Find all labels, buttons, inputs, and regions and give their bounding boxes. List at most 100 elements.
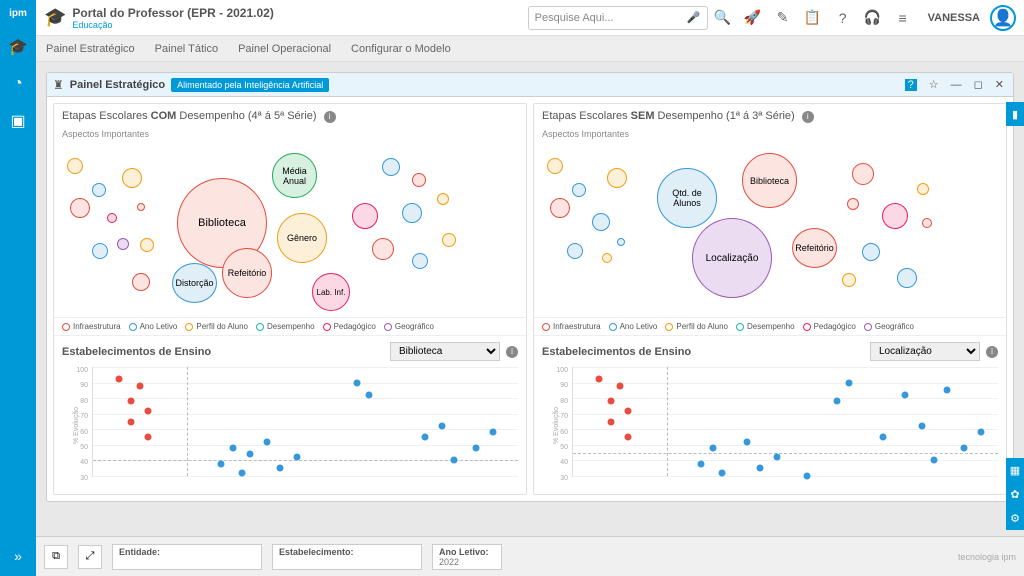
- scatter-point[interactable]: [421, 434, 428, 441]
- bubble-genero[interactable]: Gênero: [277, 213, 327, 263]
- bubble-qtd[interactable]: Qtd. de Alunos: [657, 168, 717, 228]
- headset-icon[interactable]: 🎧: [858, 9, 888, 26]
- calendar-icon[interactable]: ▦: [1006, 458, 1024, 482]
- edit-icon[interactable]: ✎: [768, 9, 798, 26]
- scatter-point[interactable]: [744, 438, 751, 445]
- graduation-icon[interactable]: 🎓: [8, 37, 28, 57]
- scatter-point[interactable]: [136, 382, 143, 389]
- gear-icon[interactable]: ⚙: [1006, 506, 1024, 530]
- scatter-point[interactable]: [128, 398, 135, 405]
- scatter-point[interactable]: [128, 418, 135, 425]
- scatter-point[interactable]: [944, 387, 951, 394]
- scatter-point[interactable]: [489, 429, 496, 436]
- scatter-point[interactable]: [846, 379, 853, 386]
- bottom-bar: ⧉ ⤢ Entidade: Estabelecimento: Ano Letiv…: [36, 536, 1024, 576]
- scatter-point[interactable]: [145, 407, 152, 414]
- select-localizacao[interactable]: Localização: [870, 342, 980, 361]
- scatter-point[interactable]: [901, 392, 908, 399]
- scatter-point[interactable]: [145, 434, 152, 441]
- scatter-point[interactable]: [238, 469, 245, 476]
- bubble-localizacao[interactable]: Localização: [692, 218, 772, 298]
- scatter-point[interactable]: [918, 423, 925, 430]
- scatter-point[interactable]: [625, 407, 632, 414]
- minimize-icon[interactable]: —: [951, 79, 962, 91]
- microphone-icon[interactable]: 🎤: [687, 11, 701, 24]
- bubble-small: [862, 243, 880, 261]
- scatter-point[interactable]: [230, 444, 237, 451]
- info-icon[interactable]: i: [986, 346, 998, 358]
- scatter-point[interactable]: [595, 376, 602, 383]
- scatter-point[interactable]: [353, 379, 360, 386]
- graduation-cap-icon: 🎓: [44, 7, 66, 28]
- tab-operacional[interactable]: Painel Operacional: [238, 43, 331, 55]
- scatter-point[interactable]: [931, 457, 938, 464]
- scatter-point[interactable]: [803, 473, 810, 480]
- chart-pie-icon[interactable]: ◔: [13, 75, 23, 93]
- scatter-point[interactable]: [247, 451, 254, 458]
- scatter-point[interactable]: [438, 423, 445, 430]
- scatter-point[interactable]: [616, 382, 623, 389]
- bubble-small: [602, 253, 612, 263]
- copy-icon[interactable]: ⧉: [44, 545, 68, 569]
- bubble-media[interactable]: Média Anual: [272, 153, 317, 198]
- scatter-point[interactable]: [625, 434, 632, 441]
- tab-tatico[interactable]: Painel Tático: [155, 43, 218, 55]
- scatter-point[interactable]: [961, 444, 968, 451]
- estabelecimento-field[interactable]: Estabelecimento:: [272, 544, 422, 570]
- info-icon[interactable]: i: [324, 111, 336, 123]
- bubble-lab[interactable]: Lab. Inf.: [312, 273, 350, 311]
- app-title: Portal do Professor (EPR - 2021.02): [72, 6, 273, 20]
- scatter-point[interactable]: [472, 444, 479, 451]
- scatter-point[interactable]: [880, 434, 887, 441]
- scatter-point[interactable]: [264, 438, 271, 445]
- expand-sidebar-icon[interactable]: »: [14, 548, 22, 564]
- entidade-field[interactable]: Entidade:: [112, 544, 262, 570]
- bubble-refeitorio-r[interactable]: Refeitório: [792, 228, 837, 268]
- scatter-point[interactable]: [451, 457, 458, 464]
- scatter-point[interactable]: [710, 444, 717, 451]
- bubble-chart-right: Qtd. de Alunos Biblioteca Localização Re…: [542, 143, 998, 313]
- ano-letivo-field[interactable]: Ano Letivo: 2022: [432, 544, 502, 570]
- info-icon[interactable]: i: [802, 111, 814, 123]
- scatter-point[interactable]: [608, 398, 615, 405]
- bubble-distorcao[interactable]: Distorção: [172, 263, 217, 303]
- scatter-point[interactable]: [833, 398, 840, 405]
- bubble-refeitorio[interactable]: Refeitório: [222, 248, 272, 298]
- bookmark-icon[interactable]: ▮: [1006, 102, 1024, 126]
- bubble-biblioteca-r[interactable]: Biblioteca: [742, 153, 797, 208]
- scatter-point[interactable]: [757, 465, 764, 472]
- search-icon[interactable]: 🔍: [708, 9, 738, 26]
- presentation-icon[interactable]: ▣: [10, 111, 25, 131]
- tab-estrategico[interactable]: Painel Estratégico: [46, 43, 135, 55]
- favorite-icon[interactable]: ☆: [929, 78, 939, 91]
- panel-help-icon[interactable]: ?: [905, 79, 917, 91]
- scatter-point[interactable]: [277, 465, 284, 472]
- expand-icon[interactable]: ⤢: [78, 545, 102, 569]
- search-input[interactable]: Pesquise Aqui... 🎤: [528, 6, 708, 30]
- scatter-point[interactable]: [294, 454, 301, 461]
- maximize-icon[interactable]: ◻: [974, 78, 983, 91]
- bubble-small: [402, 203, 422, 223]
- scatter-plot-left: [92, 367, 518, 477]
- menu-icon[interactable]: ≡: [888, 10, 918, 26]
- avatar[interactable]: 👤: [990, 5, 1016, 31]
- scatter-point[interactable]: [697, 460, 704, 467]
- bubble-small: [607, 168, 627, 188]
- scatter-point[interactable]: [217, 460, 224, 467]
- scatter-point[interactable]: [366, 392, 373, 399]
- select-biblioteca[interactable]: Biblioteca: [390, 342, 500, 361]
- scatter-point[interactable]: [115, 376, 122, 383]
- tab-configurar[interactable]: Configurar o Modelo: [351, 43, 451, 55]
- bubble-small: [132, 273, 150, 291]
- scatter-point[interactable]: [718, 469, 725, 476]
- scatter-point[interactable]: [774, 454, 781, 461]
- puzzle-icon[interactable]: ✿: [1006, 482, 1024, 506]
- close-icon[interactable]: ✕: [995, 78, 1004, 91]
- scatter-point[interactable]: [978, 429, 985, 436]
- bubble-small: [547, 158, 563, 174]
- scatter-point[interactable]: [608, 418, 615, 425]
- rocket-icon[interactable]: 🚀: [738, 9, 768, 26]
- help-icon[interactable]: ?: [828, 10, 858, 26]
- info-icon[interactable]: i: [506, 346, 518, 358]
- clipboard-icon[interactable]: 📋: [798, 9, 828, 26]
